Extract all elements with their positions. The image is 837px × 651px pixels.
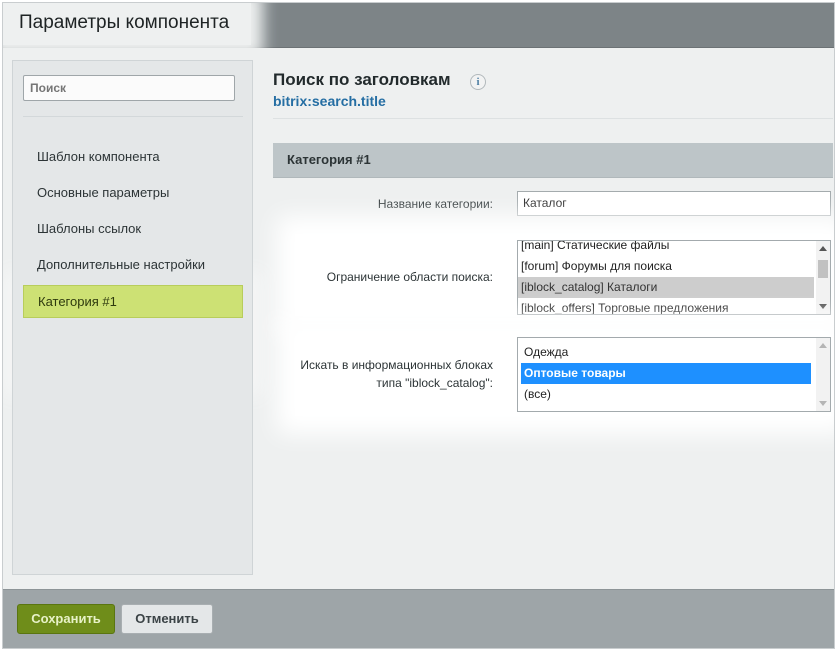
search-scope-listbox[interactable]: [main] Статические файлы [forum] Форумы … (517, 240, 831, 315)
scrollbar[interactable] (816, 241, 830, 314)
dialog-footer: Сохранить Отменить (3, 589, 834, 648)
scroll-thumb[interactable] (818, 260, 828, 278)
info-icon[interactable]: i (470, 74, 486, 90)
section-header: Категория #1 (273, 143, 833, 178)
cancel-button[interactable]: Отменить (121, 604, 213, 634)
dialog-content: Шаблон компонента Основные параметры Шаб… (3, 48, 834, 589)
sidebar-divider (23, 116, 243, 117)
sidebar: Шаблон компонента Основные параметры Шаб… (12, 60, 253, 575)
iblocks-listbox[interactable]: Одежда Оптовые товары (все) (517, 337, 831, 412)
category-name-label: Название категории: (377, 197, 493, 211)
sidebar-nav: Шаблон компонента Основные параметры Шаб… (23, 139, 243, 318)
search-input[interactable] (23, 75, 235, 101)
sidebar-item-category-1[interactable]: Категория #1 (23, 285, 243, 318)
list-item[interactable]: [main] Статические файлы (518, 241, 814, 256)
scroll-up-icon[interactable] (819, 246, 827, 251)
list-item-selected[interactable]: [iblock_catalog] Каталоги (518, 277, 814, 298)
list-item[interactable]: [forum] Форумы для поиска (518, 256, 814, 277)
scroll-down-icon[interactable] (819, 401, 827, 406)
list-item[interactable]: (все) (521, 384, 811, 405)
sidebar-item-template[interactable]: Шаблон компонента (23, 139, 243, 175)
list-item[interactable]: [iblock_offers] Торговые предложения (518, 298, 814, 314)
main-divider (273, 118, 833, 119)
sidebar-item-main-params[interactable]: Основные параметры (23, 175, 243, 211)
list-item-selected[interactable]: Оптовые товары (521, 363, 811, 384)
dialog-title: Параметры компонента (3, 3, 252, 45)
category-name-input[interactable]: Каталог (517, 191, 831, 216)
scroll-down-icon[interactable] (819, 304, 827, 309)
scrollbar[interactable] (816, 338, 830, 411)
iblocks-label-line1: Искать в информационных блоках (300, 358, 493, 372)
search-scope-label: Ограничение области поиска: (326, 270, 493, 284)
component-title: Поиск по заголовкам (273, 70, 451, 89)
component-code: bitrix:search.title (273, 93, 386, 109)
dialog-titlebar[interactable]: Параметры компонента (3, 3, 834, 48)
scroll-up-icon[interactable] (819, 343, 827, 348)
save-button[interactable]: Сохранить (17, 604, 115, 634)
component-params-dialog: Параметры компонента Шаблон компонента О… (2, 2, 835, 649)
iblocks-label-line2: типа "iblock_catalog": (376, 376, 493, 390)
sidebar-item-additional-settings[interactable]: Дополнительные настройки (23, 247, 243, 283)
iblocks-label: Искать в информационных блоках типа "ibl… (273, 356, 493, 392)
list-item[interactable]: Одежда (521, 342, 811, 363)
sidebar-item-link-templates[interactable]: Шаблоны ссылок (23, 211, 243, 247)
